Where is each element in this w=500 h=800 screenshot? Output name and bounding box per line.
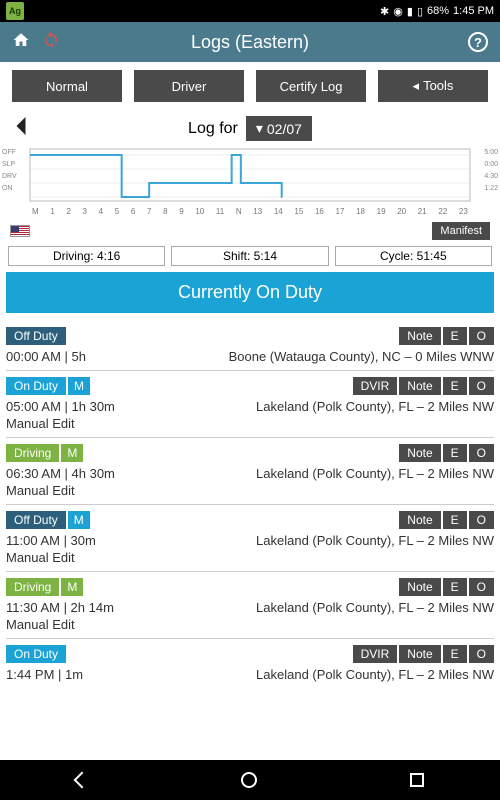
hos-chart: OFF SLP DRV ON 5:00 0:00 4:30 1:22 M1234… bbox=[0, 147, 500, 220]
entry-location: Lakeland (Polk County), FL – 2 Miles NW bbox=[256, 600, 494, 615]
o-chip[interactable]: O bbox=[469, 645, 494, 663]
chevron-left-icon: ◂ bbox=[413, 78, 420, 93]
log-entries-list: Off DutyNoteEO00:00 AM | 5hBoone (Wataug… bbox=[0, 321, 500, 688]
us-flag-icon bbox=[10, 225, 30, 237]
note-chip[interactable]: Note bbox=[399, 578, 440, 596]
driving-counter: Driving: 4:16 bbox=[8, 246, 165, 266]
e-chip[interactable]: E bbox=[443, 645, 467, 663]
dvir-chip[interactable]: DVIR bbox=[353, 377, 398, 395]
log-for-selector: Log for ▾02/07 bbox=[0, 110, 500, 147]
manual-chip: M bbox=[68, 511, 90, 529]
entry-time: 00:00 AM | 5h bbox=[6, 349, 86, 364]
log-entry[interactable]: On DutyM DVIRNoteEO 05:00 AM | 1h 30m Lakel… bbox=[6, 370, 494, 437]
entry-time: 11:00 AM | 30m bbox=[6, 533, 96, 548]
hos-chart-svg bbox=[10, 147, 490, 207]
e-chip[interactable]: E bbox=[443, 444, 467, 462]
o-chip[interactable]: O bbox=[469, 444, 494, 462]
e-chip[interactable]: E bbox=[443, 511, 467, 529]
entry-time: 11:30 AM | 2h 14m bbox=[6, 600, 114, 615]
dvir-chip[interactable]: DVIR bbox=[353, 645, 398, 663]
entry-location: Boone (Watauga County), NC – 0 Miles WNW bbox=[229, 349, 494, 364]
battery-icon: ▯ bbox=[417, 5, 423, 18]
log-entry[interactable]: Off DutyM NoteEO 11:00 AM | 30m Lakeland (P… bbox=[6, 504, 494, 571]
wifi-icon: ◉ bbox=[393, 5, 403, 18]
date-picker-button[interactable]: ▾02/07 bbox=[246, 116, 312, 141]
note-chip[interactable]: Note bbox=[399, 327, 440, 345]
manual-chip: M bbox=[61, 578, 83, 596]
manifest-button[interactable]: Manifest bbox=[432, 222, 490, 240]
e-chip[interactable]: E bbox=[443, 377, 467, 395]
nav-home-icon[interactable] bbox=[241, 772, 257, 788]
entry-location: Lakeland (Polk County), FL – 2 Miles NW bbox=[256, 399, 494, 414]
cycle-counter: Cycle: 51:45 bbox=[335, 246, 492, 266]
entry-time: 1:44 PM | 1m bbox=[6, 667, 83, 682]
log-entry[interactable]: Off Duty NoteEO 00:00 AM | 5h Boone (Wataug… bbox=[6, 321, 494, 370]
home-icon[interactable] bbox=[12, 31, 42, 54]
dropdown-icon: ▾ bbox=[256, 120, 263, 137]
tools-button[interactable]: ◂Tools bbox=[378, 70, 488, 102]
note-chip[interactable]: Note bbox=[399, 377, 440, 395]
help-icon[interactable]: ? bbox=[468, 32, 488, 52]
log-for-label: Log for bbox=[188, 120, 238, 138]
o-chip[interactable]: O bbox=[469, 511, 494, 529]
status-chip: Off Duty bbox=[6, 511, 66, 529]
android-navbar bbox=[0, 760, 500, 800]
normal-button[interactable]: Normal bbox=[12, 70, 122, 102]
note-chip[interactable]: Note bbox=[399, 444, 440, 462]
page-title: Logs (Eastern) bbox=[191, 32, 309, 53]
manual-chip: M bbox=[61, 444, 83, 462]
status-chip: Off Duty bbox=[6, 327, 66, 345]
clock-text: 1:45 PM bbox=[453, 5, 494, 17]
current-status-banner[interactable]: Currently On Duty bbox=[6, 272, 494, 313]
status-chip: On Duty bbox=[6, 377, 66, 395]
log-entry[interactable]: DrivingM NoteEO 06:30 AM | 4h 30m Lakeland … bbox=[6, 437, 494, 504]
shift-counter: Shift: 5:14 bbox=[171, 246, 328, 266]
entry-location: Lakeland (Polk County), FL – 2 Miles NW bbox=[256, 466, 494, 481]
android-statusbar: Ag ✱ ◉ ▮ ▯ 68% 1:45 PM bbox=[0, 0, 500, 22]
entry-note: Manual Edit bbox=[6, 416, 494, 431]
app-header: Logs (Eastern) ? bbox=[0, 22, 500, 62]
certify-log-button[interactable]: Certify Log bbox=[256, 70, 366, 102]
o-chip[interactable]: O bbox=[469, 327, 494, 345]
entry-time: 05:00 AM | 1h 30m bbox=[6, 399, 115, 414]
e-chip[interactable]: E bbox=[443, 327, 467, 345]
status-chip: Driving bbox=[6, 578, 59, 596]
entry-time: 06:30 AM | 4h 30m bbox=[6, 466, 115, 481]
e-chip[interactable]: E bbox=[443, 578, 467, 596]
toolbar: Normal Driver Certify Log ◂Tools bbox=[0, 62, 500, 110]
entry-note: Manual Edit bbox=[6, 617, 494, 632]
driver-button[interactable]: Driver bbox=[134, 70, 244, 102]
previous-day-icon[interactable] bbox=[14, 117, 28, 140]
status-chip: Driving bbox=[6, 444, 59, 462]
nav-recent-icon[interactable] bbox=[410, 773, 424, 787]
log-entry[interactable]: On Duty DVIRNoteEO 1:44 PM | 1m Lakeland (P… bbox=[6, 638, 494, 688]
note-chip[interactable]: Note bbox=[399, 511, 440, 529]
chart-x-axis: M1234567891011N1314151617181920212223 bbox=[10, 207, 490, 216]
manual-chip: M bbox=[68, 377, 90, 395]
status-chip: On Duty bbox=[6, 645, 66, 663]
app-logo-icon: Ag bbox=[6, 2, 24, 20]
note-chip[interactable]: Note bbox=[399, 645, 440, 663]
hos-counters: Driving: 4:16 Shift: 5:14 Cycle: 51:45 bbox=[0, 244, 500, 272]
signal-icon: ▮ bbox=[407, 5, 413, 18]
nav-back-icon[interactable] bbox=[74, 772, 91, 789]
entry-location: Lakeland (Polk County), FL – 2 Miles NW bbox=[256, 533, 494, 548]
o-chip[interactable]: O bbox=[469, 377, 494, 395]
entry-location: Lakeland (Polk County), FL – 2 Miles NW bbox=[256, 667, 494, 682]
bluetooth-icon: ✱ bbox=[380, 5, 389, 18]
sync-icon[interactable] bbox=[42, 31, 60, 54]
entry-note: Manual Edit bbox=[6, 483, 494, 498]
battery-text: 68% bbox=[427, 5, 449, 17]
log-entry[interactable]: DrivingM NoteEO 11:30 AM | 2h 14m Lakeland … bbox=[6, 571, 494, 638]
o-chip[interactable]: O bbox=[469, 578, 494, 596]
entry-note: Manual Edit bbox=[6, 550, 494, 565]
